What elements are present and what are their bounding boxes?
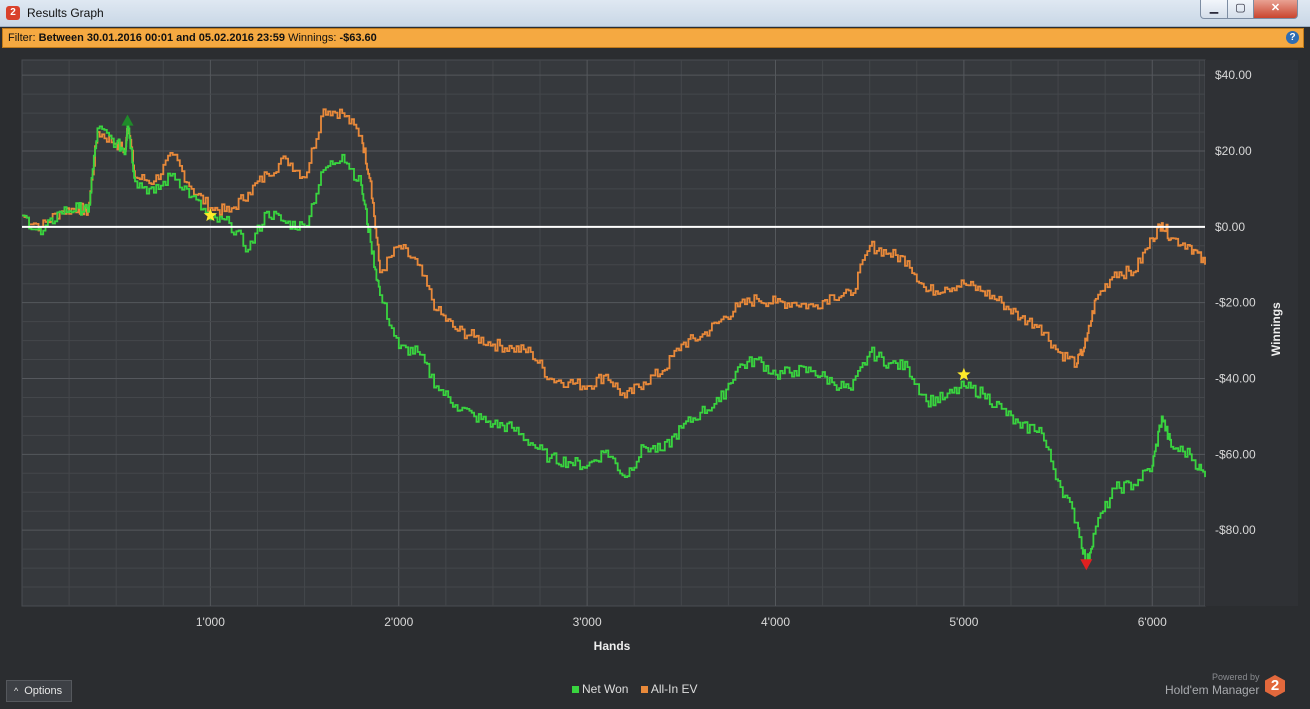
options-label: Options (24, 685, 63, 697)
y-tick-label: $40.00 (1215, 68, 1252, 82)
legend-item-net-won[interactable]: Net Won (572, 682, 628, 696)
app-logo-icon: 2 (6, 6, 20, 20)
brand-name: Hold'em Manager (1165, 683, 1260, 697)
legend-label-all-in-ev: All-In EV (650, 682, 698, 696)
help-icon[interactable]: ? (1286, 31, 1299, 44)
powered-by-text: Powered by (1212, 672, 1260, 682)
results-chart: 1'000 2'000 3'000 4'000 5'000 6'000 $40.00 $20.… (21, 59, 1298, 653)
options-button[interactable]: ^ Options (6, 680, 72, 702)
chart-legend: Net Won All-In EV (572, 682, 707, 696)
x-tick-label: 2'000 (384, 615, 413, 629)
y-tick-label: $20.00 (1215, 144, 1252, 158)
y-tick-label: -$20.00 (1215, 296, 1256, 310)
chevron-up-icon: ^ (14, 686, 19, 696)
y-tick-label: -$60.00 (1215, 447, 1256, 461)
title-bar: 2 Results Graph ▁ ▢ ✕ (0, 0, 1310, 27)
x-tick-label: 1'000 (196, 615, 225, 629)
filter-bar: Filter: Between 30.01.2016 00:01 and 05.… (2, 28, 1304, 48)
plot-area (21, 59, 1206, 607)
minimize-button[interactable]: ▁ (1200, 0, 1228, 19)
legend-swatch-all-in-ev (640, 686, 648, 694)
filter-label: Filter: (8, 32, 36, 44)
y-tick-label: -$40.00 (1215, 372, 1256, 386)
y-axis-title: Winnings (1269, 302, 1283, 356)
legend-item-all-in-ev[interactable]: All-In EV (640, 682, 698, 696)
window-title: Results Graph (27, 6, 104, 20)
close-button[interactable]: ✕ (1253, 0, 1298, 19)
x-axis-title: Hands (594, 639, 631, 653)
y-tick-label: $0.00 (1215, 220, 1245, 234)
y-tick-label: -$80.00 (1215, 523, 1256, 537)
legend-label-net-won: Net Won (582, 682, 629, 696)
x-tick-label: 4'000 (761, 615, 790, 629)
x-tick-label: 5'000 (949, 615, 978, 629)
legend-swatch-net-won (572, 686, 579, 694)
winnings-label: Winnings: (288, 32, 337, 44)
maximize-button[interactable]: ▢ (1227, 0, 1254, 19)
filter-range: Between 30.01.2016 00:01 and 05.02.2016 … (38, 32, 286, 44)
x-tick-label: 6'000 (1138, 615, 1167, 629)
x-tick-label: 3'000 (573, 615, 602, 629)
winnings-value: -$63.60 (339, 32, 377, 44)
